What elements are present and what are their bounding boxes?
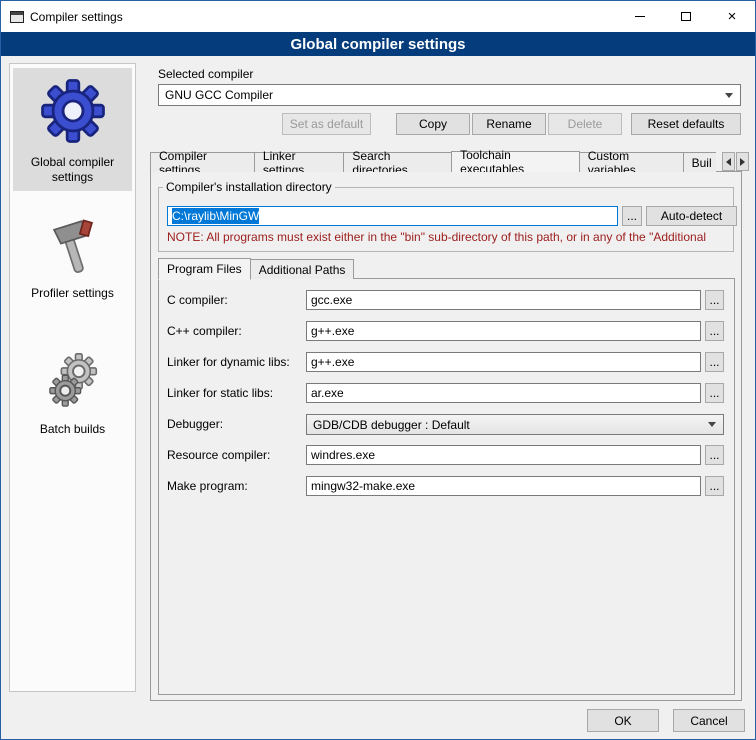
settings-sidebar: Global compiler settings Profiler settin… <box>9 63 136 692</box>
minimize-icon <box>635 16 645 17</box>
dialog-header: Global compiler settings <box>1 32 755 56</box>
make-program-browse-button[interactable]: ... <box>705 476 724 496</box>
tab-scroll-left-button[interactable] <box>722 152 735 171</box>
make-program-input[interactable] <box>306 476 701 496</box>
chevron-down-icon <box>708 422 716 427</box>
delete-button[interactable]: Delete <box>548 113 622 135</box>
linker-static-input[interactable] <box>306 383 701 403</box>
sidebar-item-label: Batch builds <box>15 422 130 437</box>
reset-defaults-button[interactable]: Reset defaults <box>631 113 741 135</box>
window-controls: × <box>617 1 755 32</box>
maximize-button[interactable] <box>663 1 709 32</box>
debugger-value: GDB/CDB debugger : Default <box>313 418 470 432</box>
tab-custom-variables[interactable]: Custom variables <box>579 152 684 172</box>
cpp-compiler-label: C++ compiler: <box>167 324 242 338</box>
selected-compiler-label: Selected compiler <box>158 67 253 81</box>
cancel-button[interactable]: Cancel <box>673 709 745 732</box>
resource-compiler-browse-button[interactable]: ... <box>705 445 724 465</box>
installation-directory-group-title: Compiler's installation directory <box>163 180 335 194</box>
tab-additional-paths[interactable]: Additional Paths <box>250 259 355 279</box>
minimize-button[interactable] <box>617 1 663 32</box>
close-button[interactable]: × <box>709 1 755 32</box>
tab-build-options[interactable]: Buil <box>683 152 716 172</box>
selected-compiler-combo[interactable]: GNU GCC Compiler <box>158 84 741 106</box>
linker-dynamic-label: Linker for dynamic libs: <box>167 355 290 369</box>
maximize-icon <box>681 12 691 21</box>
c-compiler-input[interactable] <box>306 290 701 310</box>
app-icon <box>10 11 24 23</box>
sidebar-item-label: Profiler settings <box>15 286 130 301</box>
tab-compiler-settings[interactable]: Compiler settings <box>150 152 255 172</box>
sidebar-item-batch-builds[interactable]: Batch builds <box>13 341 132 443</box>
window-title: Compiler settings <box>30 10 123 24</box>
install-dir-value: C:\raylib\MinGW <box>172 208 259 224</box>
tab-search-directories[interactable]: Search directories <box>343 152 452 172</box>
cpp-compiler-browse-button[interactable]: ... <box>705 321 724 341</box>
resource-compiler-input[interactable] <box>306 445 701 465</box>
compiler-settings-window: Compiler settings × Global compiler sett… <box>0 0 756 740</box>
set-as-default-button[interactable]: Set as default <box>282 113 371 135</box>
triangle-left-icon <box>726 158 731 166</box>
resource-compiler-label: Resource compiler: <box>167 448 270 462</box>
tab-program-files[interactable]: Program Files <box>158 258 251 280</box>
linker-dynamic-browse-button[interactable]: ... <box>705 352 724 372</box>
main-tabstrip: Compiler settings Linker settings Search… <box>150 150 716 172</box>
tab-toolchain-executables[interactable]: Toolchain executables <box>451 151 580 172</box>
debugger-label: Debugger: <box>167 417 223 431</box>
sidebar-item-global-compiler-settings[interactable]: Global compiler settings <box>13 68 132 191</box>
sidebar-item-profiler-settings[interactable]: Profiler settings <box>13 209 132 307</box>
selected-compiler-value: GNU GCC Compiler <box>165 88 273 102</box>
debugger-select[interactable]: GDB/CDB debugger : Default <box>306 414 724 435</box>
linker-static-label: Linker for static libs: <box>167 386 273 400</box>
c-compiler-label: C compiler: <box>167 293 228 307</box>
bin-subdirectory-note: NOTE: All programs must exist either in … <box>167 230 734 244</box>
linker-static-browse-button[interactable]: ... <box>705 383 724 403</box>
c-compiler-browse-button[interactable]: ... <box>705 290 724 310</box>
program-files-tabstrip: Program Files Additional Paths <box>158 257 353 279</box>
cpp-compiler-input[interactable] <box>306 321 701 341</box>
ok-button[interactable]: OK <box>587 709 659 732</box>
chevron-down-icon <box>725 93 733 98</box>
tab-scroll-right-button[interactable] <box>736 152 749 171</box>
linker-dynamic-input[interactable] <box>306 352 701 372</box>
auto-detect-button[interactable]: Auto-detect <box>646 206 737 226</box>
sidebar-item-label: Global compiler settings <box>15 155 130 185</box>
titlebar[interactable]: Compiler settings × <box>1 1 755 32</box>
blue-gear-icon <box>37 75 109 147</box>
tab-linker-settings[interactable]: Linker settings <box>254 152 345 172</box>
close-icon: × <box>728 9 737 24</box>
install-dir-browse-button[interactable]: ... <box>622 206 642 226</box>
gray-gears-icon <box>42 348 104 414</box>
hammer-icon <box>45 216 101 278</box>
rename-button[interactable]: Rename <box>472 113 546 135</box>
copy-button[interactable]: Copy <box>396 113 470 135</box>
triangle-right-icon <box>740 158 745 166</box>
install-dir-input[interactable]: C:\raylib\MinGW <box>167 206 618 226</box>
make-program-label: Make program: <box>167 479 248 493</box>
